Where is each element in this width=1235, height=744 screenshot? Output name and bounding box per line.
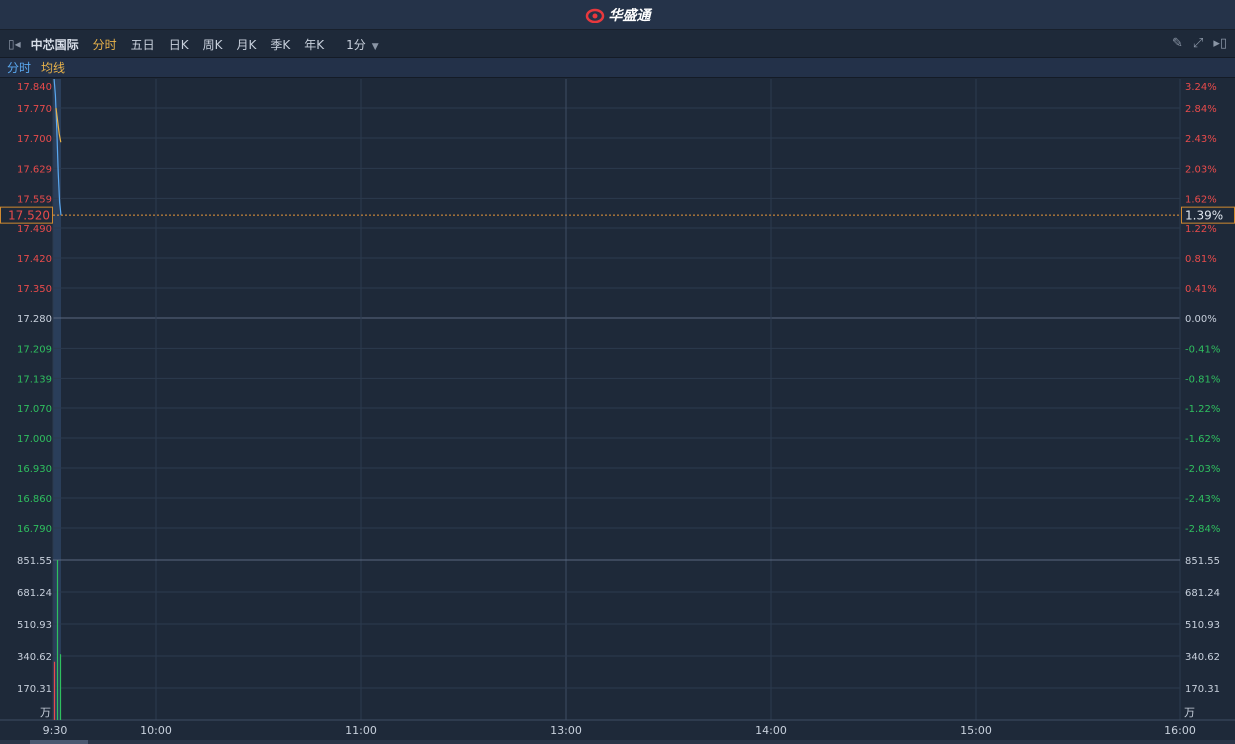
price-tick-label: 17.490 xyxy=(17,224,52,235)
toolbar: ▯◂ 中芯国际 分时 五日 日K 周K 月K 季K 年K 1分 ▼ xyxy=(0,31,1235,58)
price-tick-label: 17.559 xyxy=(17,194,52,205)
pct-tick-label: 1.22% xyxy=(1185,224,1217,235)
current-pct-label: 1.39% xyxy=(1185,209,1223,223)
pct-tick-label: 0.81% xyxy=(1185,254,1217,265)
time-tick-label: 9:30 xyxy=(43,724,68,737)
tab-monthly-k[interactable]: 月K xyxy=(236,36,256,53)
time-tick-label: 14:00 xyxy=(755,724,787,737)
tab-quarterly-k[interactable]: 季K xyxy=(270,36,290,53)
collapse-right-icon[interactable]: ▸▯ xyxy=(1213,36,1227,51)
tab-yearly-k[interactable]: 年K xyxy=(304,36,324,53)
pct-tick-label: -2.03% xyxy=(1185,464,1220,475)
pct-tick-label: -0.41% xyxy=(1185,344,1220,355)
volume-tick-label-right: 170.31 xyxy=(1185,684,1220,695)
pct-tick-label: -2.43% xyxy=(1185,494,1220,505)
tab-intraday[interactable]: 分时 xyxy=(93,36,117,53)
bottom-scrollbar[interactable] xyxy=(0,740,1235,744)
current-price-label: 17.520 xyxy=(8,209,50,223)
legend-price: 分时 xyxy=(7,61,32,75)
price-tick-label: 17.350 xyxy=(17,284,52,295)
toolbar-icons: ✎ ⤢ ▸▯ xyxy=(1172,36,1227,51)
time-tick-label: 16:00 xyxy=(1164,724,1196,737)
price-tick-label: 17.840 xyxy=(17,82,52,93)
price-tick-label: 17.070 xyxy=(17,404,52,415)
stock-name: 中芯国际 xyxy=(30,37,79,52)
legend-avg: 均线 xyxy=(41,61,66,75)
pct-tick-label: 0.00% xyxy=(1185,314,1217,325)
volume-tick-label-right: 851.55 xyxy=(1185,556,1220,567)
chevron-down-icon: ▼ xyxy=(371,41,379,52)
pct-tick-label: 2.43% xyxy=(1185,134,1217,145)
pencil-icon[interactable]: ✎ xyxy=(1172,36,1183,51)
interval-value: 1分 xyxy=(346,37,366,52)
legend-bar: 分时 均线 xyxy=(0,58,1235,78)
price-tick-label: 17.209 xyxy=(17,344,52,355)
time-tick-label: 15:00 xyxy=(960,724,992,737)
pct-tick-label: -1.62% xyxy=(1185,434,1220,445)
volume-unit-left: 万 xyxy=(40,706,51,719)
fullscreen-icon[interactable]: ⤢ xyxy=(1193,36,1203,51)
price-tick-label: 16.930 xyxy=(17,464,52,475)
volume-tick-label-right: 340.62 xyxy=(1185,652,1220,663)
tab-weekly-k[interactable]: 周K xyxy=(203,36,223,53)
flame-logo-icon xyxy=(585,8,604,23)
pct-tick-label: 2.84% xyxy=(1185,104,1217,115)
pct-tick-label: -2.84% xyxy=(1185,524,1220,535)
price-tick-label: 17.700 xyxy=(17,134,52,145)
interval-select[interactable]: 1分 ▼ xyxy=(346,36,379,53)
time-tick-label: 11:00 xyxy=(345,724,377,737)
price-tick-label: 16.860 xyxy=(17,494,52,505)
tab-daily-k[interactable]: 日K xyxy=(169,36,189,53)
tab-5day[interactable]: 五日 xyxy=(131,36,155,53)
intraday-chart: 17.840 3.24% 17.770 2.84% 17.700 2.43% 17.629 2… xyxy=(0,79,1235,737)
price-tick-label: 17.420 xyxy=(17,254,52,265)
time-tick-label: 13:00 xyxy=(550,724,582,737)
volume-tick-label: 510.93 xyxy=(17,620,52,631)
scroll-thumb[interactable] xyxy=(30,740,88,744)
price-tick-label: 16.790 xyxy=(17,524,52,535)
pct-tick-label: 0.41% xyxy=(1185,284,1217,295)
price-tick-label: 17.139 xyxy=(17,374,52,385)
volume-tick-label-right: 681.24 xyxy=(1185,588,1220,599)
price-tick-label: 17.000 xyxy=(17,434,52,445)
pct-tick-label: 1.62% xyxy=(1185,194,1217,205)
volume-tick-label: 340.62 xyxy=(17,652,52,663)
volume-tick-label-right: 510.93 xyxy=(1185,620,1220,631)
title-bar: 华盛通 xyxy=(0,0,1235,30)
app-title: 华盛通 xyxy=(608,7,651,24)
price-tick-label: 17.770 xyxy=(17,104,52,115)
volume-unit-right: 万 xyxy=(1184,706,1195,719)
volume-tick-label: 851.55 xyxy=(17,556,52,567)
time-tick-label: 10:00 xyxy=(140,724,172,737)
collapse-left-icon[interactable]: ▯◂ xyxy=(8,37,21,51)
volume-tick-label: 170.31 xyxy=(17,684,52,695)
pct-tick-label: 2.03% xyxy=(1185,164,1217,175)
price-tick-label: 17.280 xyxy=(17,314,52,325)
pct-tick-label: -0.81% xyxy=(1185,374,1220,385)
pct-tick-label: 3.24% xyxy=(1185,82,1217,93)
pct-tick-label: -1.22% xyxy=(1185,404,1220,415)
volume-tick-label: 681.24 xyxy=(17,588,52,599)
price-tick-label: 17.629 xyxy=(17,164,52,175)
